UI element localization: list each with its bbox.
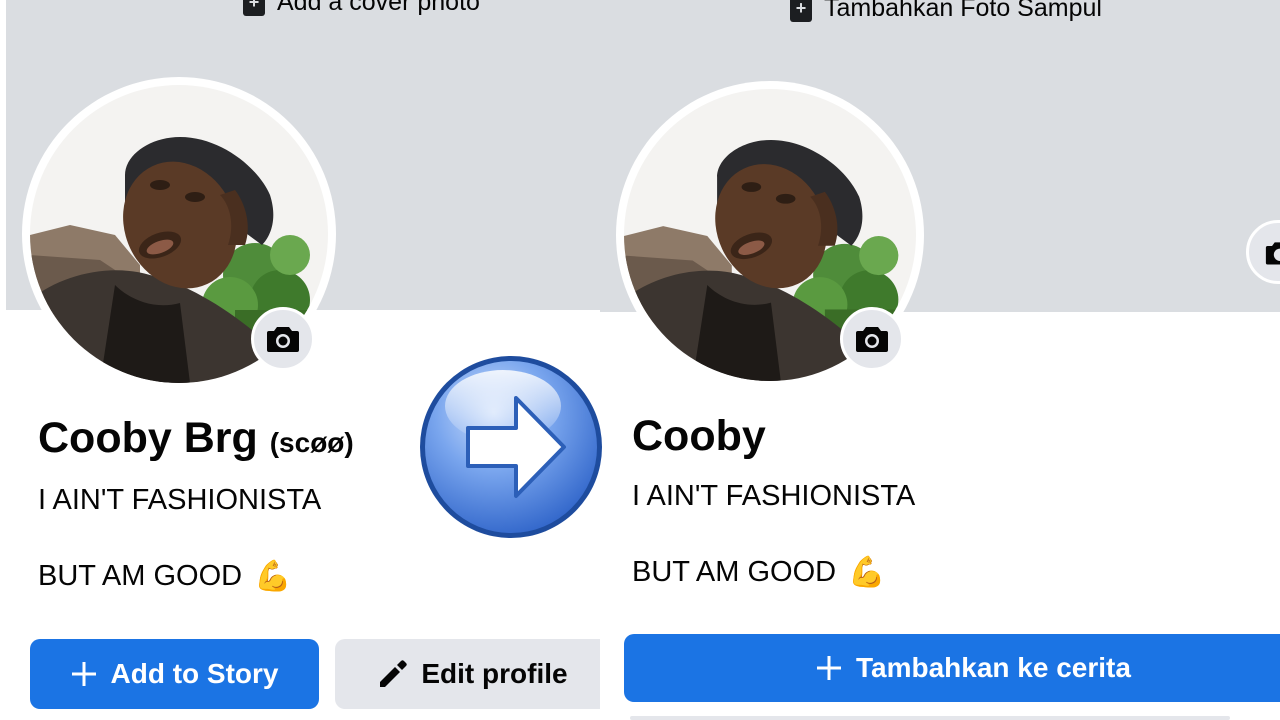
profile-name-text: Cooby Brg	[38, 414, 258, 462]
camera-icon	[1265, 242, 1280, 265]
change-avatar-button[interactable]	[251, 307, 315, 371]
profile-name: Cooby Brg (scøø)	[38, 414, 354, 463]
bio-line-1: I AIN'T FASHIONISTA	[38, 484, 321, 517]
bio-line-2-text: BUT AM GOOD	[632, 556, 837, 588]
edit-profile-label: Edit profile	[421, 658, 568, 689]
profile-after: Tambahkan Foto Sampul	[600, 0, 1280, 720]
add-cover-photo-label: Tambahkan Foto Sampul	[824, 0, 1102, 22]
add-cover-photo-button[interactable]: Add a cover photo	[243, 0, 480, 17]
add-to-story-label: Tambahkan ke cerita	[856, 652, 1131, 683]
add-to-story-label: Add to Story	[110, 658, 279, 689]
plus-icon	[817, 656, 841, 680]
flexed-biceps-emoji: 💪	[848, 555, 886, 589]
transition-arrow	[418, 354, 604, 540]
profile-name: Cooby	[632, 412, 766, 461]
flexed-biceps-emoji: 💪	[254, 559, 292, 593]
camera-icon	[267, 327, 299, 352]
add-photo-icon	[243, 0, 265, 16]
add-photo-icon	[790, 0, 812, 22]
add-to-story-content: Tambahkan ke cerita	[816, 652, 1131, 684]
bio-line-2: BUT AM GOOD 💪	[38, 560, 291, 593]
bio-line-1-text: I AIN'T FASHIONISTA	[38, 484, 322, 516]
plus-icon	[71, 662, 96, 686]
right-arrow-icon	[420, 356, 602, 538]
next-row-divider	[630, 716, 1230, 720]
edit-profile-button[interactable]: Edit profile	[335, 639, 600, 709]
bio-line-1-text: I AIN'T FASHIONISTA	[632, 480, 916, 512]
pencil-icon	[380, 660, 408, 687]
add-cover-photo-button[interactable]: Tambahkan Foto Sampul	[790, 0, 1102, 23]
alternate-name: (scøø)	[269, 427, 354, 458]
add-to-story-button[interactable]: Add to Story	[30, 639, 319, 709]
bio-line-2-text: BUT AM GOOD	[38, 560, 243, 592]
add-to-story-button[interactable]: Tambahkan ke cerita	[624, 634, 1280, 702]
add-cover-photo-label: Add a cover photo	[277, 0, 480, 16]
change-avatar-button[interactable]	[840, 307, 904, 371]
profile-name-text: Cooby	[632, 412, 766, 460]
bio-line-1: I AIN'T FASHIONISTA	[632, 480, 915, 513]
bio-line-2: BUT AM GOOD 💪	[632, 556, 885, 589]
camera-icon	[856, 327, 888, 352]
